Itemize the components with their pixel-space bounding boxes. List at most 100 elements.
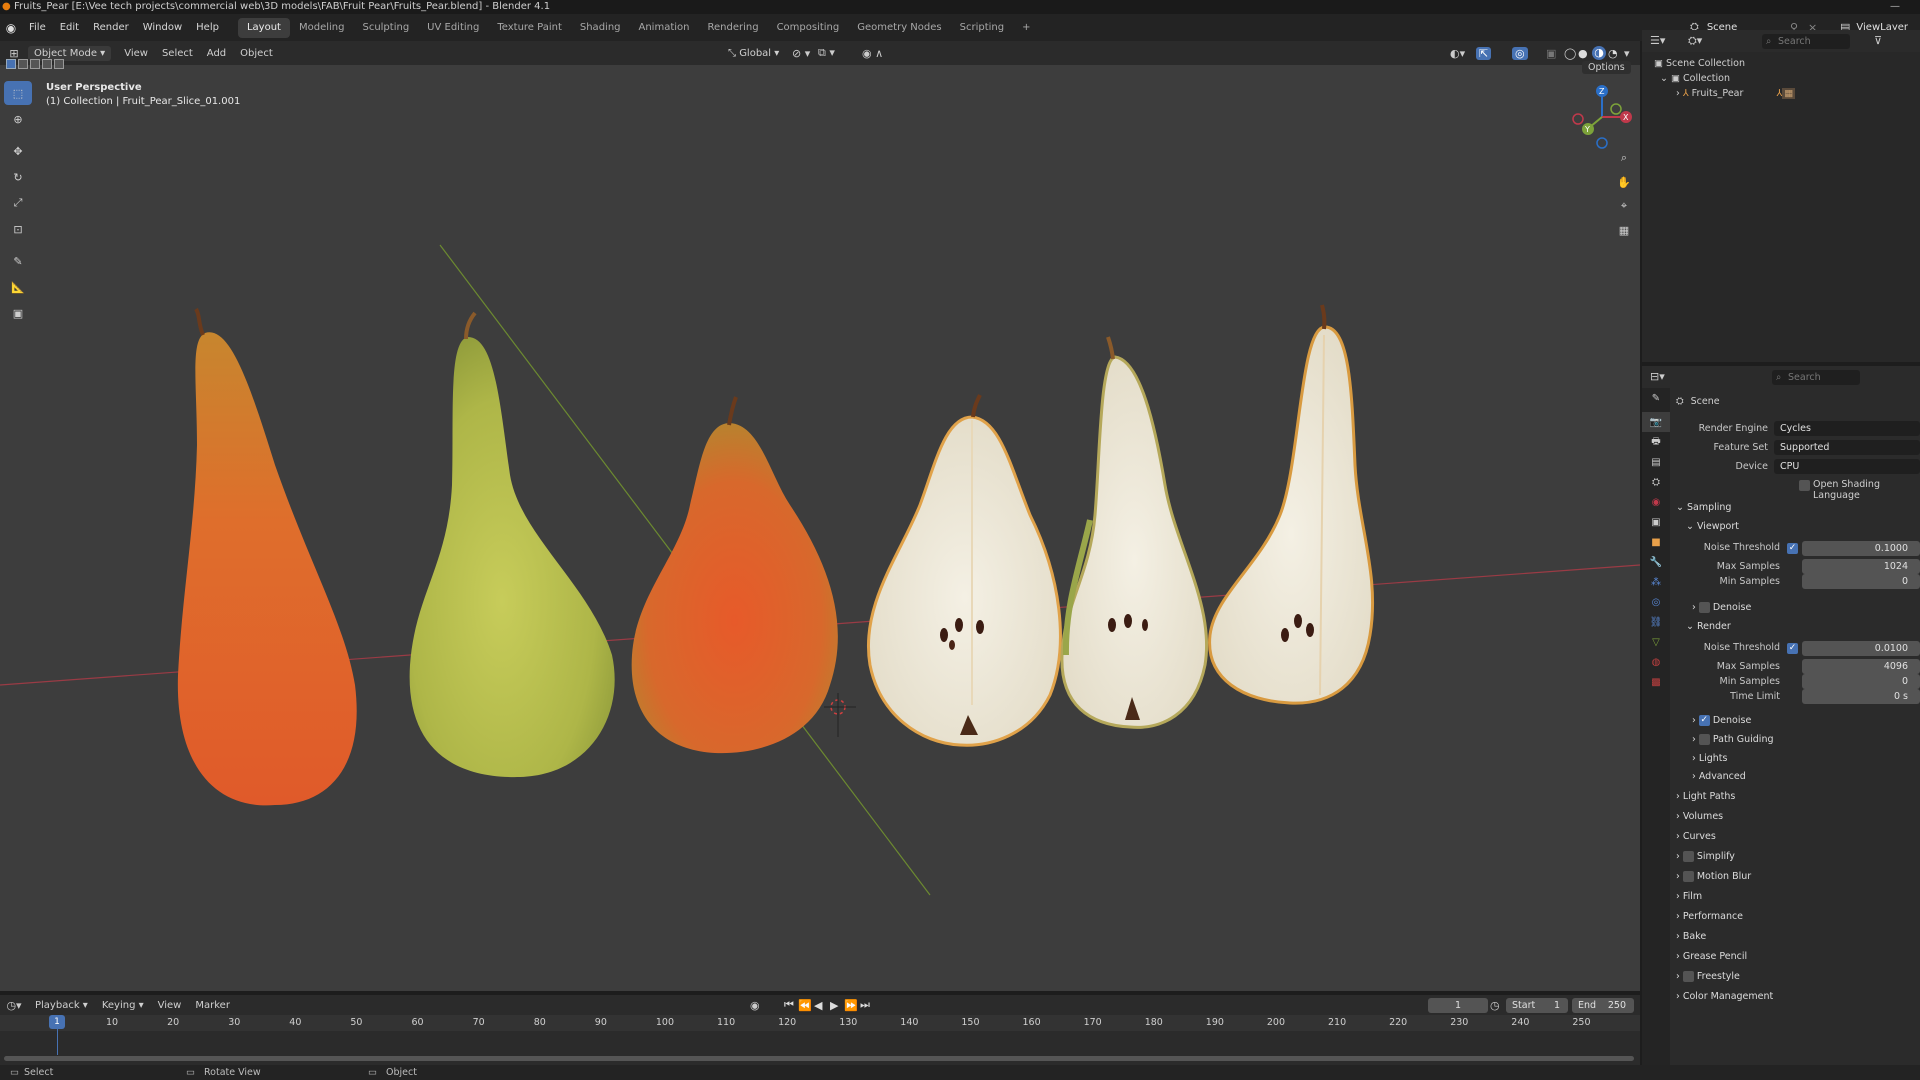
- modifier-tab-icon[interactable]: 🔧: [1642, 552, 1670, 572]
- 3d-viewport[interactable]: ⊞ Object Mode ▾ View Select Add Object ⤡…: [0, 41, 1640, 991]
- viewport-denoise-subpanel[interactable]: › Denoise: [1670, 599, 1918, 617]
- view-layer-tab-icon[interactable]: ▤: [1642, 452, 1670, 472]
- visibility-icon[interactable]: ◐▾: [1450, 47, 1465, 60]
- timeline[interactable]: ◷▾ Playback ▾ Keying ▾ View Marker ◉ ⏮ ⏪…: [0, 995, 1640, 1065]
- tab-animation[interactable]: Animation: [630, 18, 699, 38]
- render-denoise-subpanel[interactable]: › ✓ Denoise: [1670, 712, 1918, 730]
- shading-options-icon[interactable]: ▾: [1624, 47, 1630, 60]
- timeline-menu-keying[interactable]: Keying ▾: [95, 1000, 151, 1011]
- constraints-tab-icon[interactable]: ⛓: [1642, 612, 1670, 632]
- render-min-samples-field[interactable]: 0: [1802, 674, 1920, 689]
- sampling-panel-header[interactable]: ⌄ Sampling: [1670, 499, 1918, 517]
- physics-tab-icon[interactable]: ◎: [1642, 592, 1670, 612]
- timeline-scrollbar[interactable]: [4, 1056, 1634, 1061]
- navigation-gizmo[interactable]: Z X Y: [1568, 81, 1636, 153]
- panel-grease-pencil[interactable]: › Grease Pencil: [1670, 948, 1918, 966]
- 3d-cursor-icon[interactable]: [824, 693, 856, 737]
- panel-motion-blur[interactable]: › Motion Blur: [1670, 868, 1918, 886]
- wireframe-shading-icon[interactable]: ◯: [1564, 47, 1576, 60]
- pear-green-tall[interactable]: [409, 311, 615, 778]
- panel-color-management[interactable]: › Color Management: [1670, 988, 1918, 1006]
- render-noise-threshold-field[interactable]: 0.0100: [1802, 641, 1920, 656]
- properties-editor-icon[interactable]: ⊟▾: [1650, 370, 1665, 383]
- tab-sculpting[interactable]: Sculpting: [353, 18, 418, 38]
- panel-bake[interactable]: › Bake: [1670, 928, 1918, 946]
- tab-texture-paint[interactable]: Texture Paint: [488, 18, 571, 38]
- tab-rendering[interactable]: Rendering: [698, 18, 767, 38]
- transform-orientation-dropdown[interactable]: ⤡ Global ▾: [728, 48, 779, 59]
- viewport-noise-threshold-checkbox[interactable]: ✓: [1787, 543, 1798, 554]
- pear-slice-3[interactable]: [1208, 304, 1375, 705]
- jump-keyframe-back-icon[interactable]: ⏪: [798, 999, 812, 1012]
- display-mode-icon[interactable]: ⛭▾: [1688, 34, 1702, 48]
- jump-start-icon[interactable]: ⏮: [784, 998, 794, 1012]
- blender-menu-icon[interactable]: ◉: [0, 21, 22, 35]
- tab-compositing[interactable]: Compositing: [768, 18, 849, 38]
- render-denoise-checkbox[interactable]: ✓: [1698, 715, 1710, 726]
- add-workspace-button[interactable]: +: [1013, 18, 1039, 38]
- tab-shading[interactable]: Shading: [571, 18, 630, 38]
- path-guiding-checkbox[interactable]: [1698, 734, 1710, 745]
- menu-window[interactable]: Window: [136, 14, 189, 41]
- collection-tab-icon[interactable]: ▣: [1642, 512, 1670, 532]
- motion-blur-checkbox[interactable]: [1682, 871, 1694, 882]
- play-icon[interactable]: ▶: [830, 999, 838, 1012]
- camera-view-icon[interactable]: ⌖: [1613, 195, 1635, 217]
- pan-hand-icon[interactable]: ✋: [1613, 171, 1635, 193]
- playhead[interactable]: 1: [49, 1015, 65, 1029]
- feature-set-dropdown[interactable]: Supported: [1774, 440, 1920, 455]
- gizmo-toggle-icon[interactable]: ⇱: [1476, 46, 1492, 60]
- scene-tab-icon[interactable]: ⛭: [1642, 472, 1670, 492]
- viewport-subpanel-header[interactable]: ⌄ Viewport: [1670, 518, 1918, 536]
- overlay-toggle-icon[interactable]: ◎: [1512, 46, 1528, 60]
- viewport-menu-add[interactable]: Add: [200, 48, 233, 59]
- render-tab-icon[interactable]: 📷: [1642, 412, 1670, 432]
- filter-icon[interactable]: ⊽: [1874, 34, 1882, 47]
- data-tab-icon[interactable]: ▽: [1642, 632, 1670, 652]
- preview-range-icon[interactable]: ◷: [1490, 999, 1500, 1012]
- viewport-menu-select[interactable]: Select: [155, 48, 200, 59]
- menu-render[interactable]: Render: [86, 14, 136, 41]
- panel-volumes[interactable]: › Volumes: [1670, 808, 1918, 826]
- advanced-subpanel[interactable]: › Advanced: [1670, 768, 1918, 786]
- menu-file[interactable]: File: [22, 14, 53, 41]
- viewport-noise-threshold-field[interactable]: 0.1000: [1802, 541, 1920, 556]
- jump-keyframe-forward-icon[interactable]: ⏩: [844, 999, 858, 1012]
- osl-checkbox[interactable]: [1799, 480, 1810, 491]
- outliner-editor-icon[interactable]: ☰▾: [1650, 34, 1665, 47]
- device-dropdown[interactable]: CPU: [1774, 459, 1920, 474]
- render-subpanel-header[interactable]: ⌄ Render: [1670, 618, 1918, 636]
- tab-geometry-nodes[interactable]: Geometry Nodes: [848, 18, 950, 38]
- outliner-item-scene-collection[interactable]: ▣ Scene Collection: [1654, 58, 1745, 69]
- snap-icon[interactable]: ⧉ ▾: [818, 46, 835, 60]
- zoom-icon[interactable]: ⌕: [1613, 147, 1635, 169]
- xray-icon[interactable]: ▣: [1546, 47, 1556, 60]
- timeline-menu-view[interactable]: View: [151, 1000, 189, 1011]
- texture-tab-icon[interactable]: ▩: [1642, 672, 1670, 692]
- freestyle-checkbox[interactable]: [1682, 971, 1694, 982]
- pivot-icon[interactable]: ⊘ ▾: [792, 47, 810, 60]
- panel-light-paths[interactable]: › Light Paths: [1670, 788, 1918, 806]
- render-noise-threshold-checkbox[interactable]: ✓: [1787, 643, 1798, 654]
- rendered-shading-icon[interactable]: ◔: [1608, 47, 1618, 60]
- timeline-menu-marker[interactable]: Marker: [188, 1000, 237, 1011]
- path-guiding-subpanel[interactable]: › Path Guiding: [1670, 731, 1918, 749]
- properties-search-input[interactable]: ⌕ Search: [1772, 370, 1860, 385]
- timeline-menu-playback[interactable]: Playback ▾: [28, 1000, 95, 1011]
- simplify-checkbox[interactable]: [1682, 851, 1694, 862]
- lights-subpanel[interactable]: › Lights: [1670, 750, 1918, 768]
- jump-end-icon[interactable]: ⏭: [860, 998, 870, 1012]
- panel-film[interactable]: › Film: [1670, 888, 1918, 906]
- current-frame-field[interactable]: 1: [1428, 998, 1488, 1013]
- play-reverse-icon[interactable]: ◀: [814, 999, 822, 1012]
- outliner-item-fruits-pear[interactable]: › ⅄ Fruits_Pear ⅄ ▦: [1676, 88, 1796, 99]
- material-shading-icon[interactable]: ◑: [1592, 46, 1606, 60]
- tab-layout[interactable]: Layout: [237, 17, 290, 38]
- timeline-editor-icon[interactable]: ◷▾: [0, 999, 28, 1012]
- world-tab-icon[interactable]: ◉: [1642, 492, 1670, 512]
- proportional-edit-icon[interactable]: ◉ ∧: [862, 47, 883, 60]
- viewport-menu-view[interactable]: View: [117, 48, 155, 59]
- viewport-min-samples-field[interactable]: 0: [1802, 574, 1920, 589]
- viewport-denoise-checkbox[interactable]: [1698, 602, 1710, 613]
- pear-slice-2[interactable]: [1060, 336, 1208, 729]
